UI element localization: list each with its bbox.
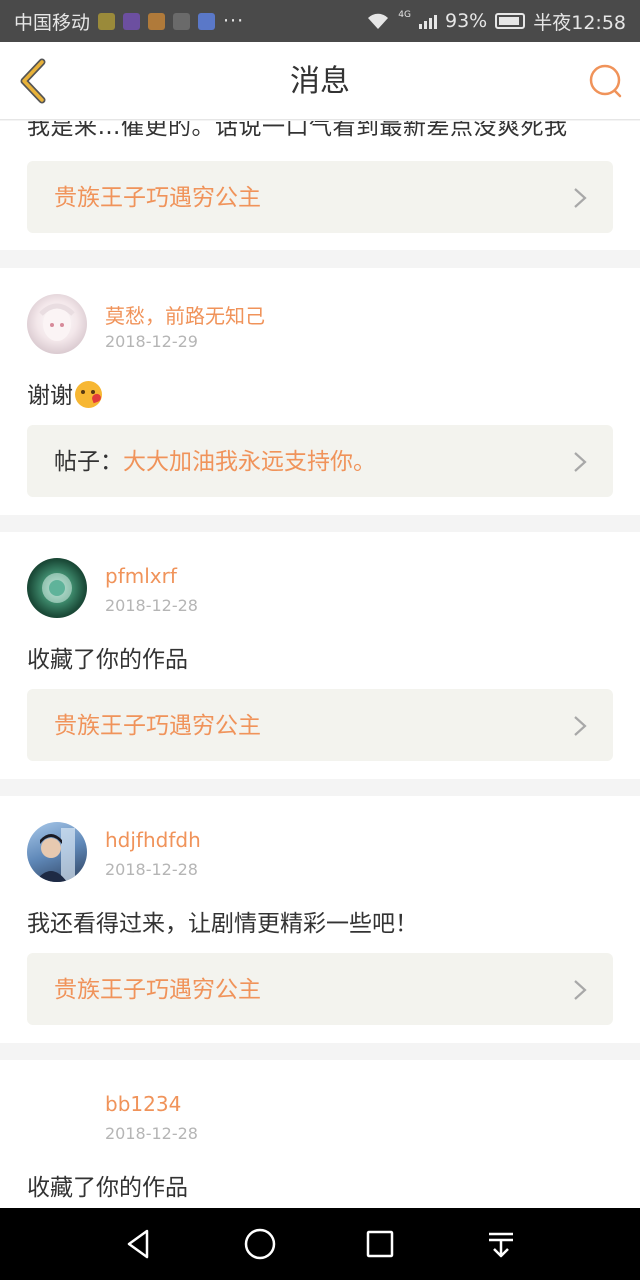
reference-title: 大大加油我永远支持你。 xyxy=(123,449,376,475)
avatar[interactable] xyxy=(27,558,87,618)
reference-link[interactable]: 贵族王子巧遇穷公主 xyxy=(27,953,613,1025)
message-card: 莫愁，前路无知己 2018-12-29 谢谢 帖子：大大加油我永远支持你。 xyxy=(0,268,640,515)
avatar-image xyxy=(35,828,75,882)
kiss-face-emoji-icon xyxy=(75,381,102,408)
back-triangle-icon xyxy=(127,1229,149,1259)
nav-back-button[interactable] xyxy=(121,1226,157,1262)
wifi-icon xyxy=(368,13,389,29)
status-bar: 中国移动 ··· 4G 93% 半夜12:58 xyxy=(0,0,640,42)
avatar[interactable] xyxy=(27,822,87,882)
notification-app-icon xyxy=(98,12,116,30)
message-date: 2018-12-28 xyxy=(105,596,198,615)
message-date: 2018-12-28 xyxy=(105,1124,198,1143)
reference-prefix: 帖子： xyxy=(54,449,123,475)
username[interactable]: 莫愁，前路无知己 xyxy=(105,300,265,329)
username[interactable]: bb1234 xyxy=(105,1092,181,1116)
home-circle-icon xyxy=(244,1228,276,1260)
chevron-left-icon xyxy=(20,58,46,104)
message-card: 我是来…催更的。话说一口气看到最新差点没爽死我 贵族王子巧遇穷公主 xyxy=(0,121,640,250)
username[interactable]: hdjfhdfdh xyxy=(105,828,201,852)
status-left: 中国移动 ··· xyxy=(14,8,244,35)
avatar[interactable] xyxy=(27,1086,87,1146)
message-date: 2018-12-28 xyxy=(105,860,198,879)
message-text: 收藏了你的作品 xyxy=(27,647,188,673)
avatar-image xyxy=(42,573,72,603)
message-text: 我还看得过来，让剧情更精彩一些吧！ xyxy=(27,911,418,937)
dropdown-icon xyxy=(489,1232,513,1258)
clock: 半夜12:58 xyxy=(533,11,626,34)
reference-link[interactable]: 帖子：大大加油我永远支持你。 xyxy=(27,425,613,497)
reference-title: 贵族王子巧遇穷公主 xyxy=(54,185,261,211)
more-notifications: ··· xyxy=(223,10,245,32)
page-title: 消息 xyxy=(290,64,350,99)
message-list[interactable]: 我是来…催更的。话说一口气看到最新差点没爽死我 贵族王子巧遇穷公主 莫愁，前路无… xyxy=(0,121,640,1208)
username[interactable]: pfmlxrf xyxy=(105,564,177,588)
chevron-right-icon xyxy=(574,716,587,736)
message-text: 收藏了你的作品 xyxy=(27,1175,188,1201)
reference-label: 贵族王子巧遇穷公主 xyxy=(54,689,261,763)
message-text: 谢谢 xyxy=(27,383,73,409)
chevron-right-icon xyxy=(574,452,587,472)
reference-label: 贵族王子巧遇穷公主 xyxy=(54,953,261,1027)
message-body: 谢谢 xyxy=(27,376,102,410)
message-card: bb1234 2018-12-28 收藏了你的作品 xyxy=(0,1060,640,1208)
reference-label: 帖子：大大加油我永远支持你。 xyxy=(54,425,376,499)
reference-link[interactable]: 贵族王子巧遇穷公主 xyxy=(27,161,613,233)
search-button[interactable] xyxy=(586,62,626,102)
nav-home-button[interactable] xyxy=(242,1226,278,1262)
message-text: 我是来…催更的。话说一口气看到最新差点没爽死我 xyxy=(27,121,568,140)
reference-title: 贵族王子巧遇穷公主 xyxy=(54,977,261,1003)
recents-square-icon xyxy=(366,1230,394,1258)
signal-icon xyxy=(419,13,437,29)
status-right: 4G 93% 半夜12:58 xyxy=(366,8,626,35)
carrier-name: 中国移动 xyxy=(14,11,91,34)
notification-app-icon xyxy=(148,12,166,30)
avatar-image xyxy=(39,303,75,341)
nav-recents-button[interactable] xyxy=(362,1226,398,1262)
chevron-right-icon xyxy=(574,188,587,208)
app-header: 消息 xyxy=(0,42,640,120)
back-button[interactable] xyxy=(12,56,62,106)
battery-icon xyxy=(495,13,526,29)
message-card: hdjfhdfdh 2018-12-28 我还看得过来，让剧情更精彩一些吧！ 贵… xyxy=(0,796,640,1043)
reference-title: 贵族王子巧遇穷公主 xyxy=(54,713,261,739)
battery-percent: 93% xyxy=(445,10,488,32)
message-date: 2018-12-29 xyxy=(105,332,198,351)
network-type: 4G xyxy=(398,10,411,20)
notification-app-icon xyxy=(173,12,191,30)
message-card: pfmlxrf 2018-12-28 收藏了你的作品 贵族王子巧遇穷公主 xyxy=(0,532,640,779)
nav-dropdown-button[interactable] xyxy=(483,1226,519,1262)
reference-label: 贵族王子巧遇穷公主 xyxy=(54,161,261,235)
search-icon xyxy=(589,64,622,98)
system-nav-bar xyxy=(0,1208,640,1280)
chevron-right-icon xyxy=(574,980,587,1000)
avatar[interactable] xyxy=(27,294,87,354)
notification-app-icon xyxy=(198,12,216,30)
reference-link[interactable]: 贵族王子巧遇穷公主 xyxy=(27,689,613,761)
notification-app-icon xyxy=(123,12,141,30)
